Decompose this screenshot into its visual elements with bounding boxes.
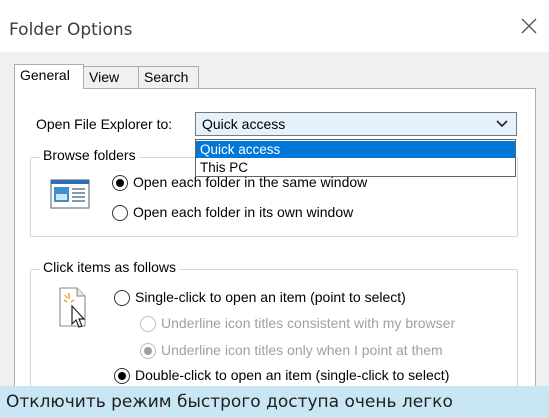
chevron-down-icon: [496, 120, 508, 128]
dropdown-option-this-pc[interactable]: This PC: [196, 159, 515, 176]
radio-single-click[interactable]: [114, 290, 130, 306]
window-title: Folder Options: [9, 20, 133, 40]
tab-view[interactable]: View: [83, 66, 139, 88]
radio-underline-browser[interactable]: [140, 316, 156, 332]
click-items-title: Click items as follows: [40, 259, 180, 275]
radio-double-click-label: Double-click to open an item (single-cli…: [135, 367, 450, 383]
tab-label: Search: [144, 69, 189, 85]
caption-text: Отключить режим быстрого доступа очень л…: [6, 392, 453, 412]
folder-window-icon: [50, 179, 90, 209]
title-bar: Folder Options: [0, 0, 549, 52]
tab-label: View: [89, 69, 120, 85]
radio-underline-point-label: Underline icon titles only when I point …: [161, 342, 443, 358]
radio-single-click-label: Single-click to open an item (point to s…: [135, 289, 406, 305]
tab-label: General: [20, 67, 70, 83]
dropdown-option-quick-access[interactable]: Quick access: [196, 141, 515, 158]
radio-own-window[interactable]: [112, 205, 128, 221]
open-explorer-value: Quick access: [202, 116, 286, 132]
tab-search[interactable]: Search: [138, 66, 199, 88]
radio-double-click[interactable]: [114, 368, 130, 384]
radio-own-window-label: Open each folder in its own window: [133, 204, 354, 220]
open-explorer-dropdown: Quick access This PC: [195, 139, 516, 177]
radio-underline-browser-label: Underline icon titles consistent with my…: [161, 315, 456, 331]
radio-same-window[interactable]: [112, 175, 128, 191]
radio-underline-point[interactable]: [140, 343, 156, 359]
caption-bar: Отключить режим быстрого доступа очень л…: [0, 386, 549, 418]
open-explorer-select[interactable]: Quick access: [195, 112, 517, 136]
click-cursor-icon: [59, 287, 86, 328]
tab-general[interactable]: General: [14, 64, 84, 89]
open-explorer-label: Open File Explorer to:: [36, 116, 173, 132]
browse-folders-title: Browse folders: [40, 147, 139, 163]
close-icon[interactable]: [519, 16, 539, 36]
